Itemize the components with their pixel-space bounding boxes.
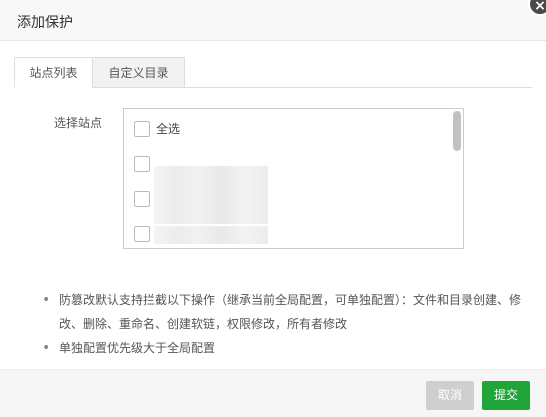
notes-list: • 防篡改默认支持拦截以下操作（继承当前全局配置，可单独配置）：文件和目录创建、… <box>42 288 532 360</box>
note-item: • 单独配置优先级大于全局配置 <box>42 336 532 360</box>
tab-custom-directory[interactable]: 自定义目录 <box>93 57 185 88</box>
select-site-label: 选择站点 <box>54 116 103 130</box>
site-checkbox[interactable] <box>134 191 150 207</box>
tab-bar: 站点列表 自定义目录 <box>14 57 532 88</box>
select-all-checkbox[interactable] <box>134 121 150 137</box>
submit-button[interactable]: 提交 <box>482 381 530 410</box>
bullet-icon: • <box>42 292 51 308</box>
dialog-titlebar: 添加保护 <box>0 0 546 41</box>
site-checkbox[interactable] <box>134 226 150 242</box>
note-text: 单独配置优先级大于全局配置 <box>59 341 216 355</box>
site-name-redacted <box>154 166 268 186</box>
select-all-label: 全选 <box>156 122 181 136</box>
site-list-scrollbar[interactable] <box>453 111 461 247</box>
site-list-box[interactable]: 全选 <box>123 108 464 249</box>
dialog-title: 添加保护 <box>17 15 73 31</box>
bullet-icon: • <box>42 340 51 356</box>
add-protection-dialog: 添加保护 × 站点列表 自定义目录 选择站点 全选 • 防篡改默认支持拦截以下操… <box>0 0 546 417</box>
note-item: • 防篡改默认支持拦截以下操作（继承当前全局配置，可单独配置）：文件和目录创建、… <box>42 288 532 336</box>
site-checkbox[interactable] <box>134 156 150 172</box>
site-name-redacted <box>154 226 268 244</box>
dialog-footer: 取消 提交 <box>0 369 546 417</box>
tab-site-list[interactable]: 站点列表 <box>14 57 93 88</box>
scrollbar-thumb[interactable] <box>453 111 461 151</box>
note-text: 防篡改默认支持拦截以下操作（继承当前全局配置，可单独配置）：文件和目录创建、修改… <box>59 293 522 331</box>
cancel-button[interactable]: 取消 <box>426 381 474 410</box>
site-name-redacted <box>154 186 268 224</box>
